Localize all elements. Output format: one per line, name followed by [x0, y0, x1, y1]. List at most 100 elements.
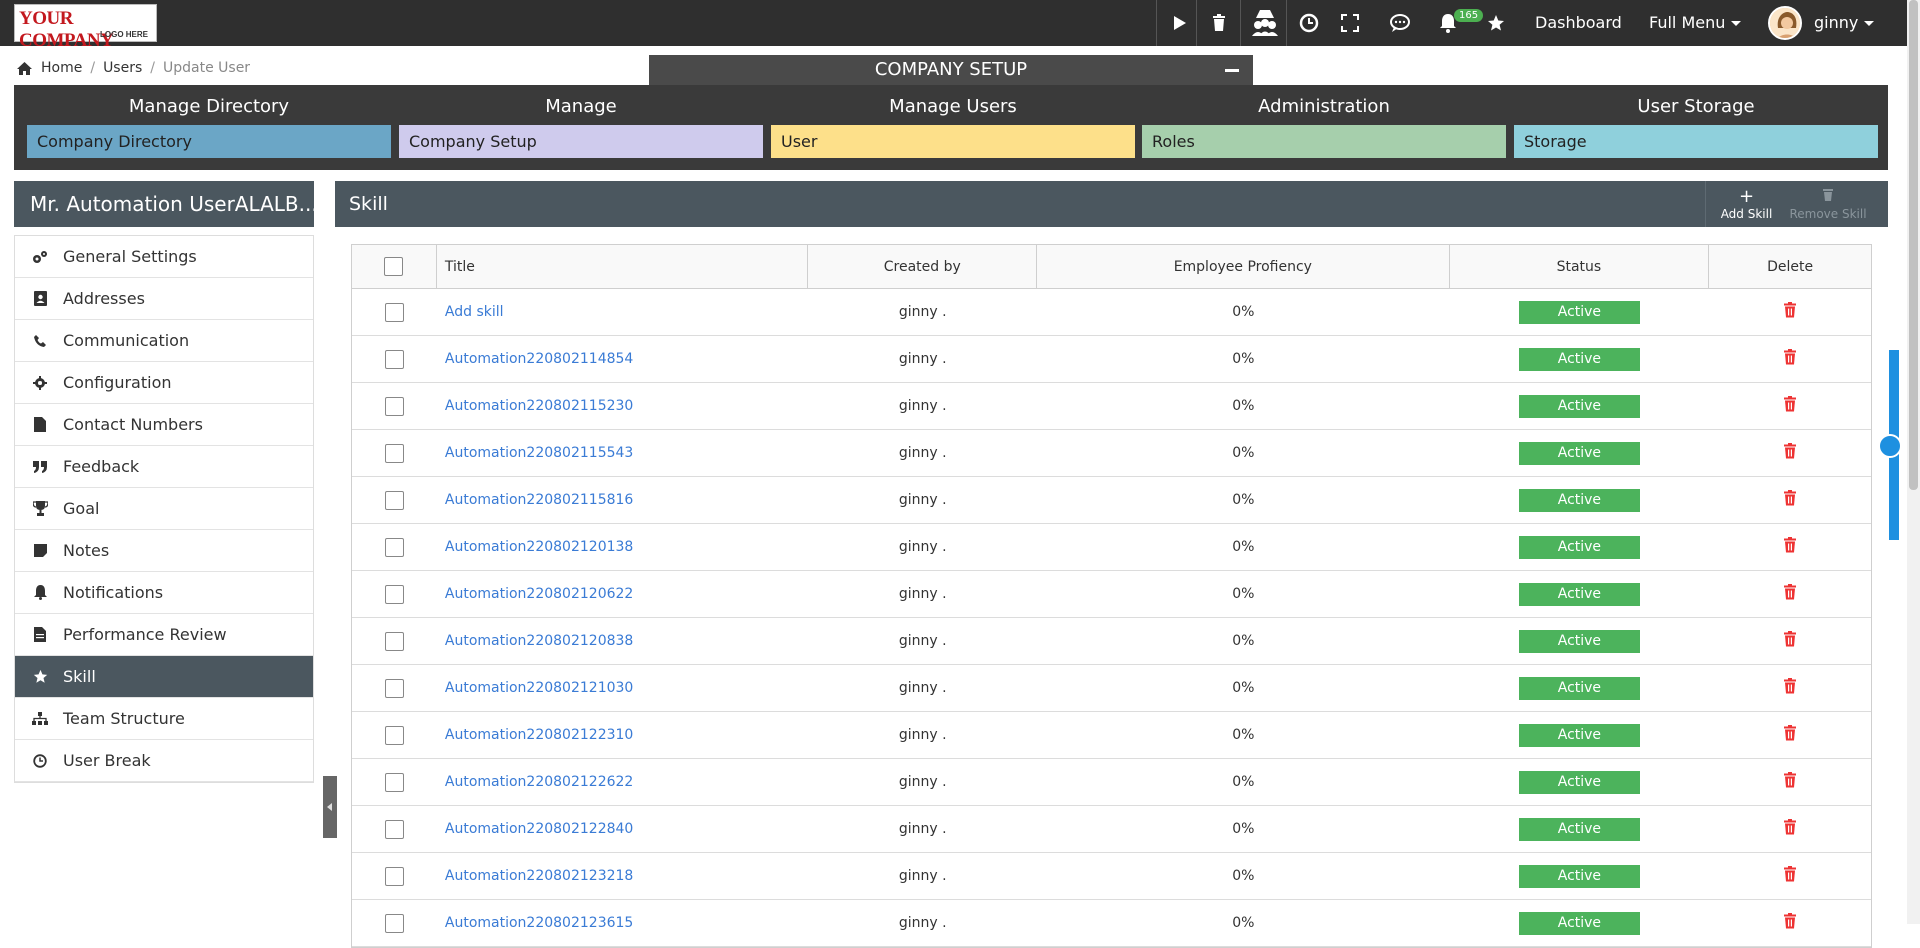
notifications-button[interactable] — [1426, 0, 1470, 46]
sidebar-item-communication[interactable]: Communication — [15, 320, 313, 362]
delete-trash-icon[interactable] — [1783, 537, 1797, 557]
row-checkbox[interactable] — [384, 913, 404, 933]
company-setup-tab[interactable]: COMPANY SETUP — [649, 55, 1253, 85]
chat-button[interactable] — [1378, 0, 1422, 46]
skill-title-link[interactable]: Automation220802122622 — [445, 774, 633, 790]
row-checkbox[interactable] — [384, 725, 404, 745]
row-checkbox[interactable] — [384, 490, 404, 510]
column-header-created-by[interactable]: Created by — [808, 245, 1038, 288]
column-header-delete: Delete — [1767, 258, 1814, 275]
delete-trash-icon[interactable] — [1783, 678, 1797, 698]
collapse-minus-icon[interactable] — [1225, 69, 1239, 72]
skill-title-link[interactable]: Automation220802122840 — [445, 821, 633, 837]
table-row: Automation220802122310 ginny . 0% Active — [352, 712, 1871, 759]
delete-trash-icon[interactable] — [1783, 443, 1797, 463]
delete-trash-icon[interactable] — [1783, 490, 1797, 510]
row-checkbox[interactable] — [384, 537, 404, 557]
row-checkbox[interactable] — [384, 819, 404, 839]
favorites-button[interactable] — [1474, 0, 1518, 46]
skill-title-link[interactable]: Automation220802115230 — [445, 398, 633, 414]
fullscreen-button[interactable] — [1328, 0, 1372, 46]
delete-trash-icon[interactable] — [1783, 302, 1797, 322]
skill-title-link[interactable]: Automation220802120138 — [445, 539, 633, 555]
proficiency-cell: 0% — [1232, 492, 1255, 508]
sidebar-item-feedback[interactable]: Feedback — [15, 446, 313, 488]
select-cell — [352, 712, 437, 758]
trash-button[interactable] — [1196, 0, 1240, 46]
delete-trash-icon[interactable] — [1783, 819, 1797, 839]
column-header-title[interactable]: Title — [437, 245, 809, 288]
company-directory-button[interactable]: Company Directory — [27, 125, 391, 158]
sidebar-item-goal[interactable]: Goal — [15, 488, 313, 530]
row-checkbox[interactable] — [384, 302, 404, 322]
row-checkbox[interactable] — [384, 772, 404, 792]
row-checkbox[interactable] — [384, 584, 404, 604]
company-setup-button[interactable]: Company Setup — [399, 125, 763, 158]
storage-button[interactable]: Storage — [1514, 125, 1878, 158]
clock-button[interactable] — [1286, 0, 1330, 46]
delete-trash-icon[interactable] — [1783, 725, 1797, 745]
sidebar-item-team-structure[interactable]: Team Structure — [15, 698, 313, 740]
sidebar-collapse-toggle[interactable] — [323, 776, 337, 838]
row-checkbox[interactable] — [384, 678, 404, 698]
delete-trash-icon[interactable] — [1783, 349, 1797, 369]
sidebar-item-general-settings[interactable]: General Settings — [15, 236, 313, 278]
status-cell: Active — [1450, 665, 1710, 711]
skill-title-link[interactable]: Automation220802120838 — [445, 633, 633, 649]
full-menu-dropdown[interactable]: Full Menu — [1649, 13, 1742, 32]
delete-trash-icon[interactable] — [1783, 772, 1797, 792]
sidebar-item-contact-numbers[interactable]: Contact Numbers — [15, 404, 313, 446]
column-header-proficiency[interactable]: Employee Profiency — [1037, 245, 1450, 288]
delete-trash-icon[interactable] — [1783, 631, 1797, 651]
sidebar-item-notifications[interactable]: Notifications — [15, 572, 313, 614]
remove-skill-button[interactable]: Remove Skill — [1787, 181, 1869, 227]
company-logo[interactable]: YOUR COMPANY LOGO HERE — [14, 4, 157, 51]
skill-title-link[interactable]: Automation220802114854 — [445, 351, 633, 367]
sidebar-item-addresses[interactable]: Addresses — [15, 278, 313, 320]
sidebar-item-performance-review[interactable]: Performance Review — [15, 614, 313, 656]
delete-trash-icon[interactable] — [1783, 913, 1797, 933]
dashboard-link[interactable]: Dashboard — [1535, 13, 1622, 32]
skill-panel-title: Skill — [349, 193, 388, 215]
row-checkbox[interactable] — [384, 349, 404, 369]
row-checkbox[interactable] — [384, 396, 404, 416]
delete-trash-icon[interactable] — [1783, 866, 1797, 886]
sidebar-item-configuration[interactable]: Configuration — [15, 362, 313, 404]
row-checkbox[interactable] — [384, 866, 404, 886]
skill-title-link[interactable]: Automation220802123218 — [445, 868, 633, 884]
sidebar-item-user-break[interactable]: User Break — [15, 740, 313, 782]
sidebar-item-skill[interactable]: Skill — [15, 656, 313, 698]
breadcrumb-home[interactable]: Home — [41, 60, 82, 76]
user-button[interactable]: User — [771, 125, 1135, 158]
title-cell: Automation220802115230 — [437, 383, 809, 429]
skill-title-link[interactable]: Automation220802122310 — [445, 727, 633, 743]
delete-trash-icon[interactable] — [1783, 396, 1797, 416]
page-scrollbar-thumb[interactable] — [1909, 0, 1918, 490]
arrow-right-circle-icon[interactable] — [1878, 434, 1902, 458]
skill-title-link[interactable]: Automation220802115816 — [445, 492, 633, 508]
admin-users-button[interactable] — [1240, 0, 1288, 46]
row-checkbox[interactable] — [384, 631, 404, 651]
skill-title-link[interactable]: Automation220802115543 — [445, 445, 633, 461]
row-checkbox[interactable] — [384, 443, 404, 463]
select-all-checkbox[interactable] — [384, 257, 404, 276]
user-avatar[interactable] — [1768, 6, 1802, 40]
skill-title-link[interactable]: Automation220802123615 — [445, 915, 633, 931]
skill-title-link[interactable]: Add skill — [445, 304, 504, 320]
play-button[interactable] — [1156, 0, 1200, 46]
skill-title-link[interactable]: Automation220802121030 — [445, 680, 633, 696]
roles-button[interactable]: Roles — [1142, 125, 1506, 158]
sidebar-item-notes[interactable]: Notes — [15, 530, 313, 572]
status-cell: Active — [1450, 524, 1710, 570]
column-header-status[interactable]: Status — [1450, 245, 1710, 288]
delete-trash-icon[interactable] — [1783, 584, 1797, 604]
user-menu-dropdown[interactable]: ginny — [1814, 13, 1875, 32]
select-cell — [352, 618, 437, 664]
cs-column-administration: Administration Roles — [1142, 85, 1506, 158]
bell-icon — [29, 585, 51, 600]
add-skill-button[interactable]: + Add Skill — [1705, 181, 1787, 227]
breadcrumb-users[interactable]: Users — [103, 60, 142, 76]
gear-icon — [29, 375, 51, 390]
skill-title-link[interactable]: Automation220802120622 — [445, 586, 633, 602]
sidebar-item-label: Notifications — [63, 583, 164, 602]
